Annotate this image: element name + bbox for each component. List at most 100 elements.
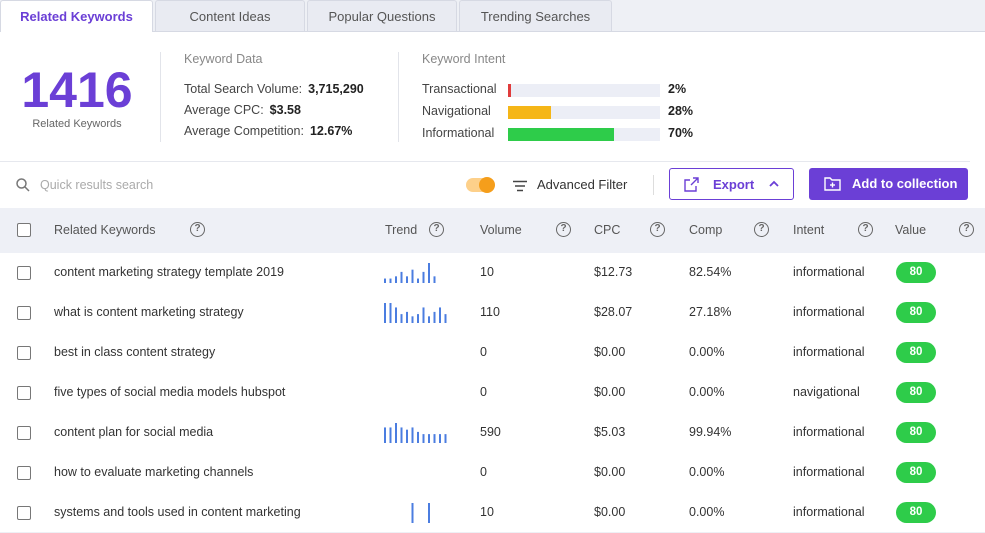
help-icon[interactable]: ? xyxy=(650,222,665,237)
folder-plus-icon xyxy=(824,177,841,191)
divider xyxy=(398,52,399,142)
trend-bar xyxy=(389,427,392,443)
help-icon[interactable]: ? xyxy=(556,222,571,237)
keyword-data-title: Keyword Data xyxy=(184,52,263,66)
row-checkbox[interactable] xyxy=(17,426,31,440)
row-checkbox[interactable] xyxy=(17,386,31,400)
cpc-cell: $0.00 xyxy=(594,505,626,519)
trend-bar xyxy=(422,307,425,323)
table-row[interactable]: systems and tools used in content market… xyxy=(0,493,985,533)
header-cpc[interactable]: CPC xyxy=(594,223,620,237)
trend-bar xyxy=(428,316,430,323)
advanced-filter-button[interactable]: Advanced Filter xyxy=(513,173,627,197)
header-keyword[interactable]: Related Keywords xyxy=(54,223,155,237)
table-row[interactable]: content plan for social media 590 $5.03 99.… xyxy=(0,413,985,453)
trend-bar xyxy=(384,278,386,283)
trend-bar xyxy=(411,503,414,523)
volume-cell: 10 xyxy=(480,265,494,279)
header-trend[interactable]: Trend xyxy=(385,223,417,237)
intent-cell: informational xyxy=(793,265,865,279)
value-badge: 80 xyxy=(896,462,936,483)
trend-bar xyxy=(422,271,425,283)
help-icon[interactable]: ? xyxy=(754,222,769,237)
table-row[interactable]: what is content marketing strategy 110 $28… xyxy=(0,293,985,333)
comp-cell: 99.94% xyxy=(689,425,732,439)
trend-bar xyxy=(400,427,403,443)
cpc-cell: $0.00 xyxy=(594,345,626,359)
trend-bar xyxy=(411,427,414,443)
table-row[interactable]: how to evaluate marketing channels 0 $0.00… xyxy=(0,453,985,493)
keyword-cell[interactable]: how to evaluate marketing channels xyxy=(54,465,253,479)
trend-sparkline xyxy=(411,503,430,523)
export-button[interactable]: Export xyxy=(669,168,794,200)
tab-trending-searches[interactable]: Trending Searches xyxy=(459,0,612,32)
row-checkbox[interactable] xyxy=(17,506,31,520)
trend-sparkline xyxy=(384,423,447,443)
summary-section: 1416 Related Keywords Keyword Data Total… xyxy=(0,32,985,162)
advanced-filter-label: Advanced Filter xyxy=(537,177,628,192)
help-icon[interactable]: ? xyxy=(959,222,974,237)
comp-cell: 0.00% xyxy=(689,345,725,359)
row-checkbox[interactable] xyxy=(17,466,31,480)
help-icon[interactable]: ? xyxy=(858,222,873,237)
header-volume[interactable]: Volume xyxy=(480,223,522,237)
table-row[interactable]: five types of social media models hubspo… xyxy=(0,373,985,413)
intent-percent: 70% xyxy=(668,126,694,140)
trend-bar xyxy=(439,307,441,323)
trend-bar xyxy=(439,434,441,443)
keyword-cell[interactable]: best in class content strategy xyxy=(54,345,215,359)
keyword-cell[interactable]: five types of social media models hubspo… xyxy=(54,385,285,399)
trend-bar xyxy=(384,303,386,323)
trend-sparkline xyxy=(384,303,447,323)
row-checkbox[interactable] xyxy=(17,306,31,320)
table-row[interactable]: best in class content strategy 0 $0.00 0.00… xyxy=(0,333,985,373)
trend-bar xyxy=(444,314,447,323)
comp-cell: 0.00% xyxy=(689,505,725,519)
keyword-cell[interactable]: systems and tools used in content market… xyxy=(54,505,301,519)
select-all-checkbox[interactable] xyxy=(17,223,31,237)
toolbar: Advanced Filter Export Add to collection xyxy=(0,167,985,203)
intent-cell: informational xyxy=(793,345,865,359)
trend-bar xyxy=(433,276,436,283)
table-row[interactable]: content marketing strategy template 2019… xyxy=(0,253,985,293)
header-value[interactable]: Value xyxy=(895,223,926,237)
intent-bar xyxy=(508,106,660,119)
help-icon[interactable]: ? xyxy=(190,222,205,237)
keyword-cell[interactable]: what is content marketing strategy xyxy=(54,305,244,319)
main-panel: 1416 Related Keywords Keyword Data Total… xyxy=(0,31,985,532)
add-to-collection-button[interactable]: Add to collection xyxy=(809,168,968,200)
tab-popular-questions[interactable]: Popular Questions xyxy=(307,0,457,32)
trend-bar xyxy=(406,276,408,283)
trend-bar xyxy=(411,316,414,323)
tab-related-keywords[interactable]: Related Keywords xyxy=(0,0,153,32)
filter-toggle[interactable] xyxy=(466,177,495,193)
keyword-cell[interactable]: content plan for social media xyxy=(54,425,213,439)
header-intent[interactable]: Intent xyxy=(793,223,824,237)
header-comp[interactable]: Comp xyxy=(689,223,722,237)
stat-label: Average Competition: xyxy=(184,124,304,138)
average-cpc: Average CPC: $3.58 xyxy=(184,103,301,117)
trend-bar xyxy=(395,276,397,283)
trend-bar xyxy=(389,278,392,283)
help-icon[interactable]: ? xyxy=(429,222,444,237)
intent-bar-fill xyxy=(508,106,551,119)
intent-cell: informational xyxy=(793,305,865,319)
comp-cell: 82.54% xyxy=(689,265,732,279)
quick-search-input[interactable] xyxy=(40,173,340,197)
row-checkbox[interactable] xyxy=(17,266,31,280)
row-checkbox[interactable] xyxy=(17,346,31,360)
summary-divider xyxy=(0,161,970,162)
trend-bar xyxy=(433,434,436,443)
comp-cell: 0.00% xyxy=(689,385,725,399)
trend-bar xyxy=(428,434,430,443)
volume-cell: 590 xyxy=(480,425,501,439)
trend-bar xyxy=(428,263,430,283)
comp-cell: 0.00% xyxy=(689,465,725,479)
value-badge: 80 xyxy=(896,502,936,523)
toggle-knob xyxy=(479,177,495,193)
intent-bar xyxy=(508,84,660,97)
keyword-cell[interactable]: content marketing strategy template 2019 xyxy=(54,265,284,279)
tab-content-ideas[interactable]: Content Ideas xyxy=(155,0,305,32)
trend-bar xyxy=(417,278,419,283)
stat-value: $3.58 xyxy=(269,103,301,117)
